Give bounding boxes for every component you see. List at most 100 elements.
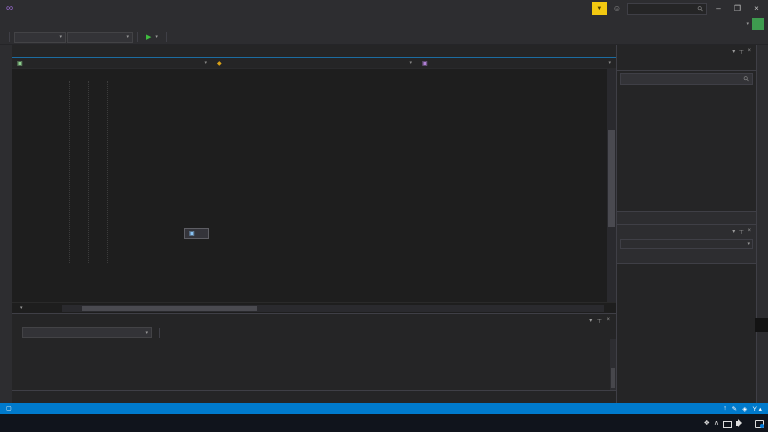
quick-launch-box[interactable]: ⚲ xyxy=(627,2,707,15)
notifications-flag-icon[interactable]: ▼ xyxy=(591,2,607,15)
code-editor[interactable]: ▣ xyxy=(12,69,616,302)
editor-horizontal-scrollbar[interactable] xyxy=(62,304,604,312)
quick-launch-input[interactable] xyxy=(631,5,696,12)
status-bar: ▢ ↑ ✎ ◈ Y ▴ xyxy=(0,403,768,414)
user-area[interactable]: ▾ xyxy=(743,17,764,30)
project-icon: ▣ xyxy=(17,60,23,67)
status-right-group: ↑ ✎ ◈ Y ▴ xyxy=(723,405,762,413)
output-log[interactable] xyxy=(12,339,616,390)
breadcrumb-member-dropdown[interactable]: ▣ ▾ xyxy=(417,60,616,67)
left-tool-strip xyxy=(0,45,12,403)
output-panel-header[interactable]: ▾ ┬ × xyxy=(12,314,616,326)
output-source-select[interactable]: ▾ xyxy=(22,327,152,338)
class-icon: ◆ xyxy=(217,60,222,67)
chevron-down-icon: ▾ xyxy=(608,60,611,66)
indent-guide xyxy=(107,81,108,263)
breadcrumb-project-dropdown[interactable]: ▣ ▾ xyxy=(12,60,212,67)
document-tab-bar xyxy=(12,45,616,57)
title-bar: ∞ ▼ ☺ ⚲ – ❐ × xyxy=(0,0,768,17)
action-center-icon[interactable] xyxy=(755,419,764,428)
editor-bottom-bar: ▾ xyxy=(12,302,616,313)
properties-object-select[interactable]: ▾ xyxy=(620,239,753,249)
solution-explorer-header[interactable]: ▾ ┬ × xyxy=(617,45,756,58)
editor-column: ▣ ▾ ◆ ▾ ▣ ▾ ▣ ▾ ▾ ┬ × ▾ xyxy=(12,45,616,403)
pin-icon[interactable]: ┬ xyxy=(597,317,601,324)
indent-guide xyxy=(69,81,70,263)
standard-toolbar: ▾ ▾ ▶ ▾ xyxy=(0,30,768,45)
feedback-icon[interactable]: ☺ xyxy=(613,4,621,13)
explorer-panel-tabs xyxy=(617,211,756,224)
search-icon: ⚲ xyxy=(696,4,706,14)
play-icon: ▶ xyxy=(146,34,152,41)
chevron-down-icon: ▾ xyxy=(409,60,412,66)
method-icon: ▣ xyxy=(422,60,428,67)
pin-icon[interactable]: ┬ xyxy=(739,228,743,235)
chevron-down-icon: ▾ xyxy=(20,305,23,311)
branch-button[interactable]: Y ▴ xyxy=(752,405,762,413)
network-icon[interactable] xyxy=(723,420,732,428)
volume-icon[interactable] xyxy=(736,420,739,426)
chat-notification-toast[interactable] xyxy=(755,318,768,332)
scrollbar-thumb[interactable] xyxy=(608,129,615,228)
show-hidden-icons[interactable]: ∧ xyxy=(714,419,719,427)
bottom-panel-tabs xyxy=(12,390,616,403)
intellisense-tooltip: ▣ xyxy=(184,228,209,239)
panel-header-icons: ▾ ┬ × xyxy=(732,48,751,55)
close-icon[interactable]: × xyxy=(747,228,751,235)
chevron-down-icon: ▾ xyxy=(59,34,62,40)
solution-platform-select[interactable]: ▾ xyxy=(67,31,133,43)
chevron-down-icon[interactable]: ▾ xyxy=(732,228,735,235)
tray-app-icon[interactable]: ❖ xyxy=(704,419,710,427)
properties-header[interactable]: ▾ ┬ × xyxy=(617,225,756,238)
chevron-down-icon[interactable]: ▾ xyxy=(589,317,592,324)
restore-button[interactable]: ❐ xyxy=(730,4,745,13)
navigation-bar: ▣ ▾ ◆ ▾ ▣ ▾ xyxy=(12,57,616,69)
right-tool-column: ▾ ┬ × ⚲ ▾ ┬ × ▾ xyxy=(616,45,756,403)
vs-logo-icon: ∞ xyxy=(6,2,14,14)
output-vertical-scrollbar[interactable] xyxy=(610,339,616,390)
toolbar-separator xyxy=(9,32,10,42)
status-icon: ▢ xyxy=(6,406,12,412)
windows-taskbar: ❖ ∧ xyxy=(0,414,768,432)
main-area: ▣ ▾ ◆ ▾ ▣ ▾ ▣ ▾ ▾ ┬ × ▾ ▾ ┬ × ⚲ ▾ ┬ × ▾ xyxy=(0,45,768,403)
properties-grid[interactable] xyxy=(617,263,756,403)
close-icon[interactable]: × xyxy=(606,317,610,324)
editor-vertical-scrollbar[interactable] xyxy=(607,69,616,302)
start-debug-button[interactable]: ▶ ▾ xyxy=(142,33,162,41)
local-variable-icon: ▣ xyxy=(189,231,195,237)
toolbar-separator xyxy=(137,32,138,42)
solution-tree xyxy=(617,87,756,211)
solution-configuration-select[interactable]: ▾ xyxy=(14,31,66,43)
output-panel: ▾ ┬ × ▾ xyxy=(12,313,616,390)
chevron-down-icon: ▾ xyxy=(747,241,750,247)
chevron-down-icon: ▾ xyxy=(155,34,158,40)
toolbar-separator xyxy=(159,327,160,338)
chevron-down-icon: ▾ xyxy=(145,329,148,336)
output-header-icons: ▾ ┬ × xyxy=(589,317,610,324)
uncommitted-changes[interactable]: ✎ xyxy=(732,405,738,413)
menu-bar: ▾ xyxy=(0,17,768,30)
pin-icon[interactable]: ┬ xyxy=(739,48,743,55)
minimize-button[interactable]: – xyxy=(711,4,726,13)
zoom-control[interactable]: ▾ xyxy=(12,305,62,311)
chevron-down-icon[interactable]: ▾ xyxy=(732,48,735,55)
scrollbar-thumb[interactable] xyxy=(82,305,257,311)
right-tool-strip xyxy=(756,45,768,403)
properties-panel: ▾ ┬ × ▾ xyxy=(617,224,756,403)
panel-header-icons: ▾ ┬ × xyxy=(732,228,751,235)
unpushed-commits[interactable]: ↑ xyxy=(723,405,726,412)
chevron-down-icon: ▾ xyxy=(746,20,749,27)
close-button[interactable]: × xyxy=(749,4,764,13)
solution-explorer-toolbar xyxy=(617,58,756,71)
chevron-down-icon: ▾ xyxy=(126,34,129,40)
solution-search-input[interactable] xyxy=(624,75,742,83)
avatar xyxy=(752,17,764,30)
chevron-down-icon: ▾ xyxy=(204,60,207,66)
output-toolbar: ▾ xyxy=(12,326,616,339)
repository-button[interactable]: ◈ xyxy=(742,405,747,413)
breadcrumb-type-dropdown[interactable]: ◆ ▾ xyxy=(212,60,417,67)
scrollbar-thumb[interactable] xyxy=(611,367,615,388)
close-icon[interactable]: × xyxy=(747,48,751,55)
solution-explorer-search[interactable]: ⚲ xyxy=(620,73,753,85)
toolbar-separator xyxy=(165,32,167,42)
